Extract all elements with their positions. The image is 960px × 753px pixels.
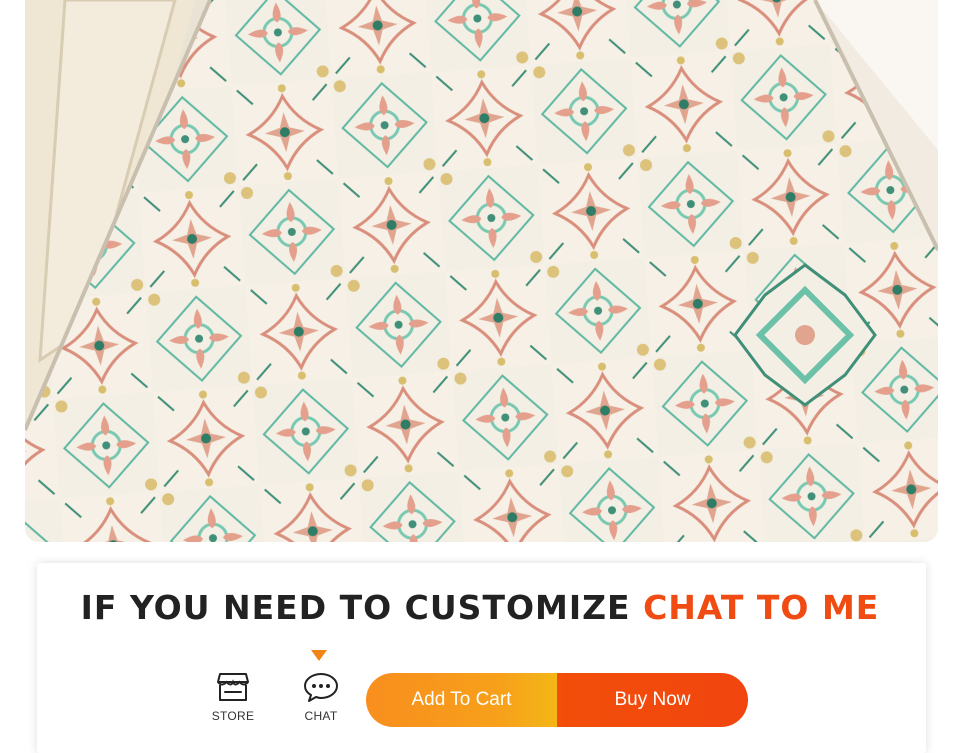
chat-label: CHAT	[304, 709, 338, 723]
headline-accent: CHAT TO ME	[643, 588, 880, 627]
chat-icon	[286, 672, 356, 702]
product-image	[25, 0, 938, 542]
store-button[interactable]: STORE	[198, 672, 268, 723]
headline-main: IF YOU NEED TO CUSTOMIZE	[80, 588, 631, 627]
chat-pointer-arrow	[311, 650, 327, 661]
buy-now-button[interactable]: Buy Now	[557, 673, 748, 727]
add-to-cart-button[interactable]: Add To Cart	[366, 673, 557, 727]
store-icon	[198, 672, 268, 702]
chat-button[interactable]: CHAT	[286, 672, 356, 723]
store-label: STORE	[211, 709, 255, 723]
customize-headline: IF YOU NEED TO CUSTOMIZE CHAT TO ME	[0, 588, 960, 627]
purchase-buttons: Add To Cart Buy Now	[366, 673, 748, 727]
